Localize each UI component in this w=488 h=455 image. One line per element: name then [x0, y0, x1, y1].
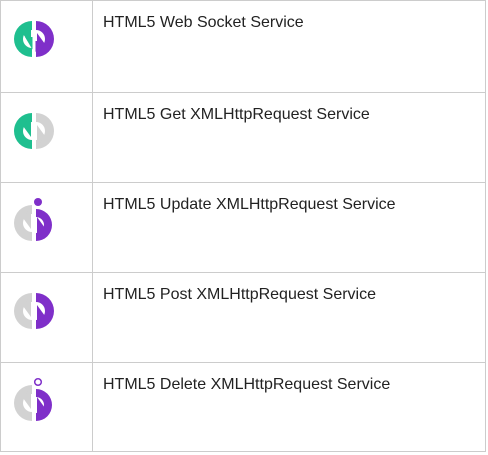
table-row: HTML5 Web Socket Service — [0, 0, 486, 93]
table-row: HTML5 Post XMLHttpRequest Service — [0, 272, 486, 363]
icon-cell — [0, 182, 93, 273]
service-label: HTML5 Web Socket Service — [92, 0, 486, 93]
service-table: HTML5 Web Socket Service HTML5 Get XMLHt… — [0, 0, 486, 452]
icon-cell — [0, 362, 93, 452]
table-row: HTML5 Delete XMLHttpRequest Service — [0, 362, 486, 452]
table-row: HTML5 Get XMLHttpRequest Service — [0, 92, 486, 183]
icon-cell — [0, 0, 93, 93]
delete-service-icon — [14, 377, 52, 421]
service-label: HTML5 Get XMLHttpRequest Service — [92, 92, 486, 183]
table-row: HTML5 Update XMLHttpRequest Service — [0, 182, 486, 273]
get-service-icon — [14, 113, 54, 149]
icon-cell — [0, 272, 93, 363]
service-label: HTML5 Post XMLHttpRequest Service — [92, 272, 486, 363]
websocket-service-icon — [14, 21, 54, 57]
post-service-icon — [14, 293, 54, 329]
update-service-icon — [14, 198, 52, 241]
service-label: HTML5 Delete XMLHttpRequest Service — [92, 362, 486, 452]
service-label: HTML5 Update XMLHttpRequest Service — [92, 182, 486, 273]
icon-cell — [0, 92, 93, 183]
